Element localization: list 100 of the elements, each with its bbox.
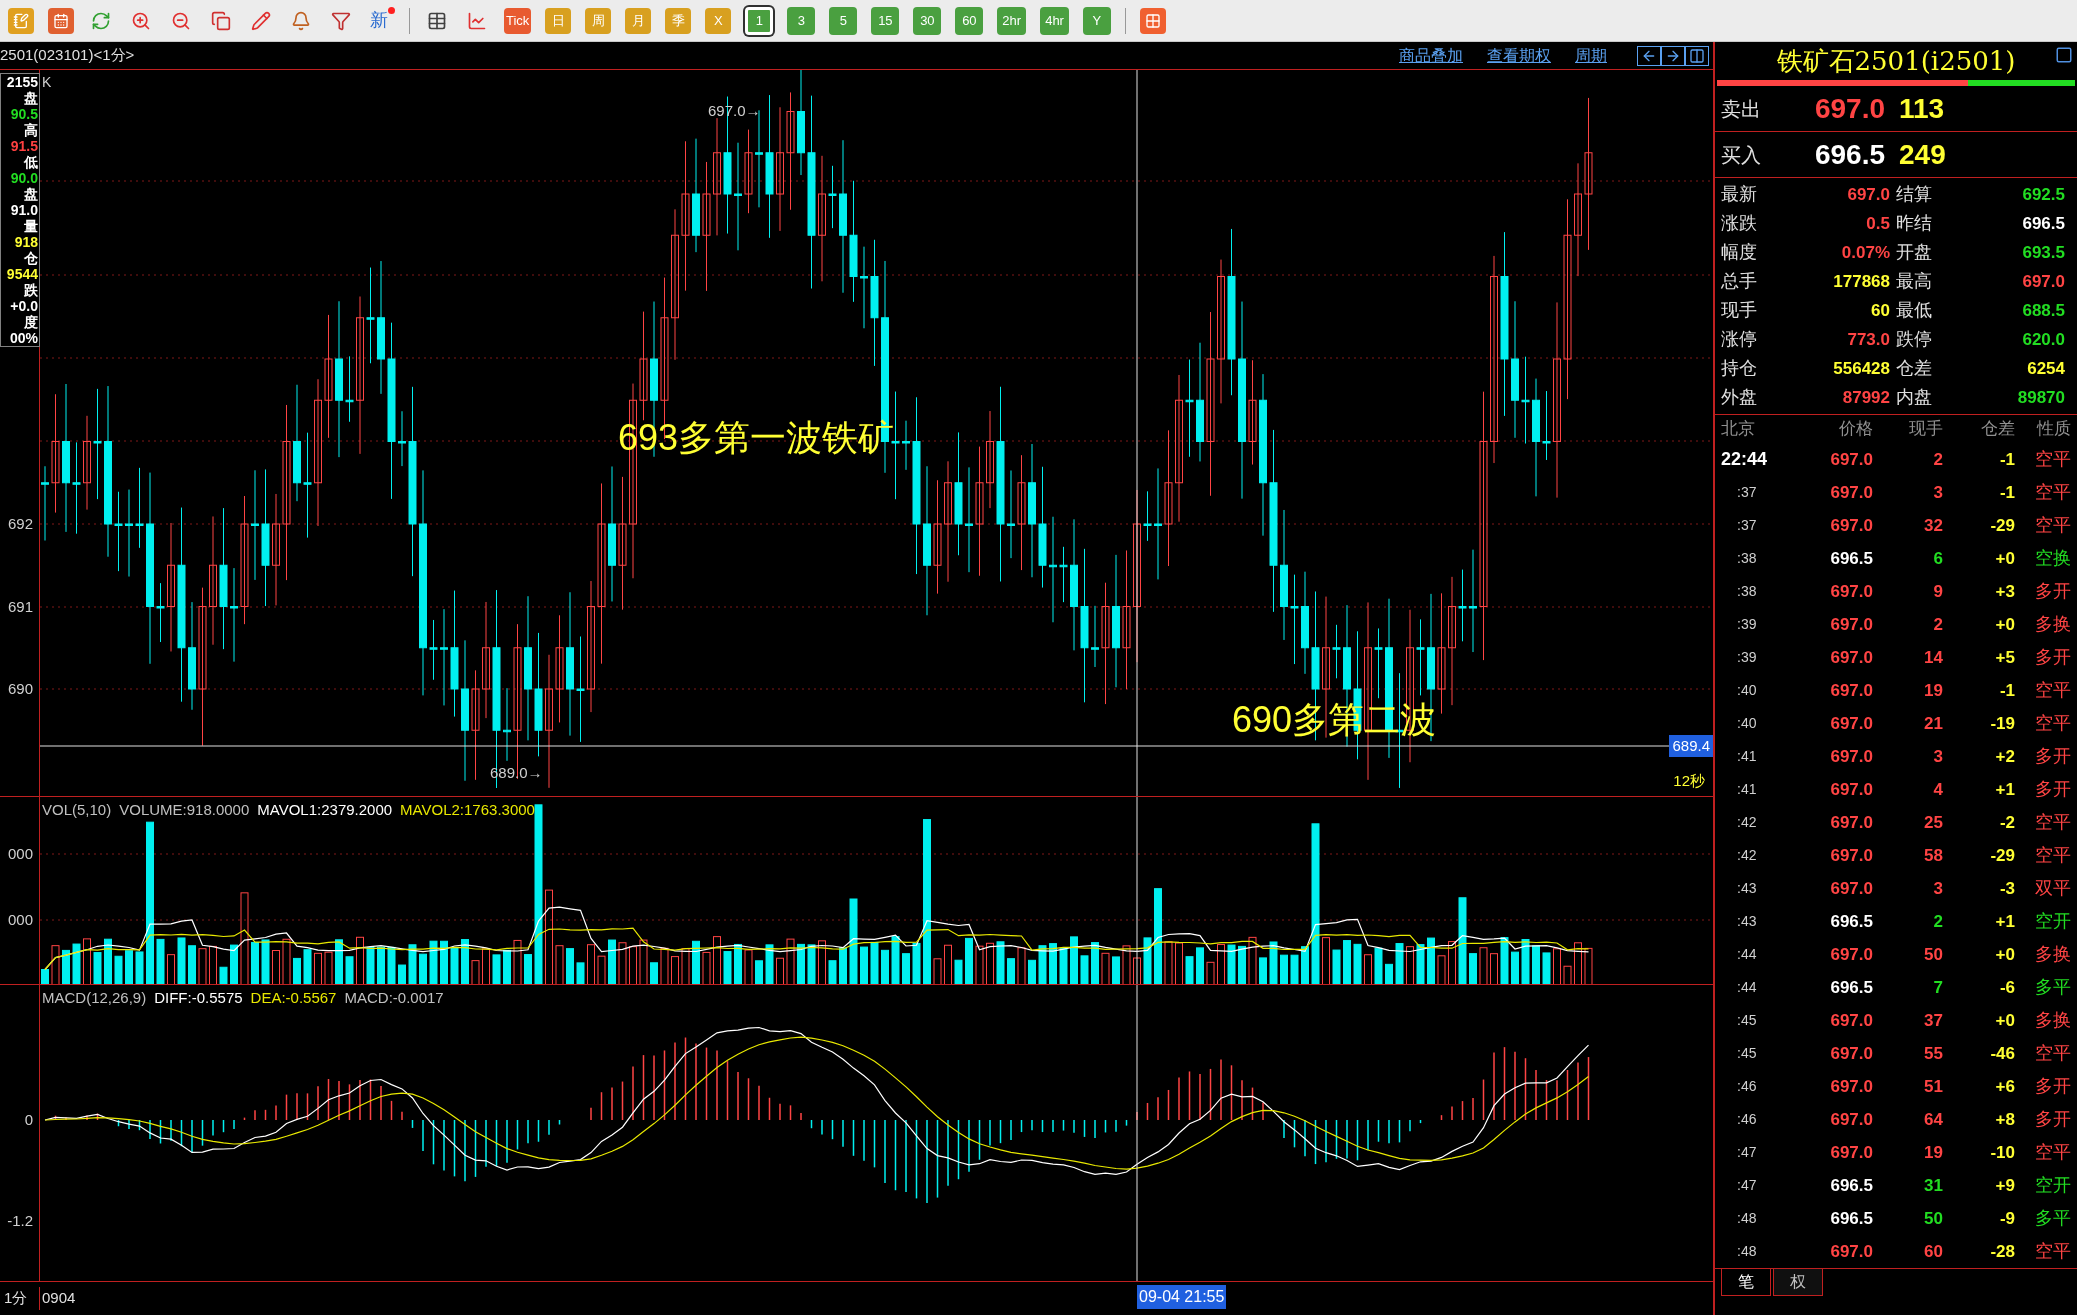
tick-volume: 51 <box>1924 1075 1943 1098</box>
tick-time: :44 <box>1736 945 1758 964</box>
tick-volume: 3 <box>1933 745 1943 768</box>
tick-position-change: -19 <box>1989 712 2015 735</box>
stat-label: 最低 <box>1896 299 1932 322</box>
arrow-left-icon[interactable] <box>1637 45 1661 66</box>
tick-time: :41 <box>1736 780 1758 799</box>
stat-value: 773.0 <box>1847 328 1890 351</box>
tick-nature: 多平 <box>2034 976 2071 999</box>
header-link[interactable]: 商品叠加 <box>1399 43 1463 68</box>
tick-volume: 6 <box>1933 547 1943 570</box>
column-header: 仓差 <box>1980 418 2015 441</box>
tick-position-change: +2 <box>1994 745 2015 768</box>
tick-price: 697.0 <box>1829 712 1873 735</box>
instrument-title: 铁矿石2501(i2501) <box>1776 44 2016 78</box>
tick-position-change: +6 <box>1994 1075 2015 1098</box>
tick-position-change: -46 <box>1989 1042 2015 1065</box>
period-button[interactable]: 5 <box>829 6 858 35</box>
tick-price: 697.0 <box>1829 1141 1873 1164</box>
tick-time: :42 <box>1736 813 1758 832</box>
period-button[interactable]: 2hr <box>997 6 1027 35</box>
volume-legend-text: MAVOL1:2379.2000 <box>257 800 393 820</box>
tick-time: :37 <box>1736 483 1758 502</box>
stat-label: 外盘 <box>1721 386 1757 409</box>
tick-position-change: -10 <box>1989 1141 2015 1164</box>
period-button[interactable]: 15 <box>871 6 900 35</box>
tick-nature: 空平 <box>2034 679 2071 702</box>
stat-value: 697.0 <box>1847 183 1890 206</box>
maximize-icon[interactable] <box>2055 46 2073 64</box>
period-button[interactable]: 30 <box>913 6 942 35</box>
date-label: 0904 <box>41 1288 76 1309</box>
period-button[interactable]: 4hr <box>1040 6 1069 35</box>
stat-label: 结算 <box>1896 183 1932 206</box>
tick-nature: 多开 <box>2034 778 2071 801</box>
tick-price: 697.0 <box>1829 778 1873 801</box>
quote-info-text: 90.0 <box>10 170 38 186</box>
quote-info-text: 00% <box>9 330 38 346</box>
header-link[interactable]: 查看期权 <box>1487 43 1551 68</box>
stat-value: 89870 <box>2017 386 2065 409</box>
period-button[interactable]: 60 <box>955 6 984 35</box>
quote-info-text: 90.5 <box>10 106 38 122</box>
tick-price: 697.0 <box>1829 1075 1873 1098</box>
tick-nature: 多换 <box>2034 613 2071 636</box>
tick-position-change: -6 <box>1998 976 2015 999</box>
chart-type-button[interactable]: 季 <box>665 7 692 34</box>
chart-type-button[interactable]: X <box>705 7 732 34</box>
tick-volume: 31 <box>1924 1174 1943 1197</box>
tick-position-change: -1 <box>1998 679 2015 702</box>
period-button[interactable]: Y <box>1082 6 1111 35</box>
tick-nature: 多开 <box>2034 1075 2071 1098</box>
chart-type-button[interactable]: 周 <box>585 7 612 34</box>
arrow-right-icon[interactable] <box>1661 45 1685 66</box>
period-button[interactable]: 3 <box>787 6 816 35</box>
tick-time: :43 <box>1736 879 1758 898</box>
tick-nature: 空开 <box>2034 910 2071 933</box>
tick-position-change: +1 <box>1994 910 2015 933</box>
chart-type-button[interactable]: 月 <box>625 7 652 34</box>
new-button[interactable]: 新 <box>368 7 390 34</box>
tick-position-change: +0 <box>1994 943 2015 966</box>
quote-info-text: +0.0 <box>10 298 38 314</box>
tick-time: :48 <box>1736 1242 1758 1261</box>
header-link[interactable]: 周期 <box>1575 43 1607 68</box>
panel-tab[interactable]: 笔 <box>1721 1269 1771 1296</box>
quote-info-text: 量 <box>24 218 38 234</box>
tick-position-change: -9 <box>1998 1207 2015 1230</box>
tick-volume: 4 <box>1933 778 1943 801</box>
panel-tab[interactable]: 权 <box>1773 1269 1823 1296</box>
stat-value: 0.5 <box>1866 212 1890 235</box>
chart-type-button[interactable]: Tick <box>504 7 532 34</box>
tick-price: 697.0 <box>1829 613 1873 636</box>
tick-price: 697.0 <box>1829 877 1873 900</box>
tick-price: 697.0 <box>1829 811 1873 834</box>
stat-label: 涨跌 <box>1721 212 1757 235</box>
quote-info-text: 91.5 <box>10 138 38 154</box>
chart-type-button[interactable]: 日 <box>545 7 572 34</box>
tick-time: :47 <box>1736 1176 1758 1195</box>
tick-position-change: +8 <box>1994 1108 2015 1131</box>
stat-value: 60 <box>1871 299 1890 322</box>
stat-label: 现手 <box>1721 299 1757 322</box>
order-price: 697.0 <box>1814 91 1885 126</box>
tick-price: 696.5 <box>1829 1174 1873 1197</box>
tick-price: 696.5 <box>1829 1207 1873 1230</box>
stat-label: 跌停 <box>1896 328 1932 351</box>
tick-price: 697.0 <box>1829 1042 1873 1065</box>
tick-price: 697.0 <box>1829 448 1873 471</box>
tick-volume: 19 <box>1924 1141 1943 1164</box>
tick-position-change: +0 <box>1994 547 2015 570</box>
price-axis-label: 691 <box>7 599 33 614</box>
stat-label: 持仓 <box>1721 357 1757 380</box>
split-view-icon[interactable] <box>1685 45 1709 66</box>
period-button[interactable]: 1 <box>745 6 774 35</box>
notepad-icon[interactable] <box>8 7 34 34</box>
grid-icon[interactable] <box>1139 7 1166 34</box>
tick-nature: 双平 <box>2034 877 2071 900</box>
quote-info-text: 9544 <box>6 266 38 282</box>
calendar-icon[interactable] <box>48 7 74 34</box>
tick-volume: 3 <box>1933 877 1943 900</box>
order-side-label: 买入 <box>1721 142 1762 168</box>
tick-nature: 空平 <box>2034 1141 2071 1164</box>
tick-nature: 空平 <box>2034 448 2071 471</box>
